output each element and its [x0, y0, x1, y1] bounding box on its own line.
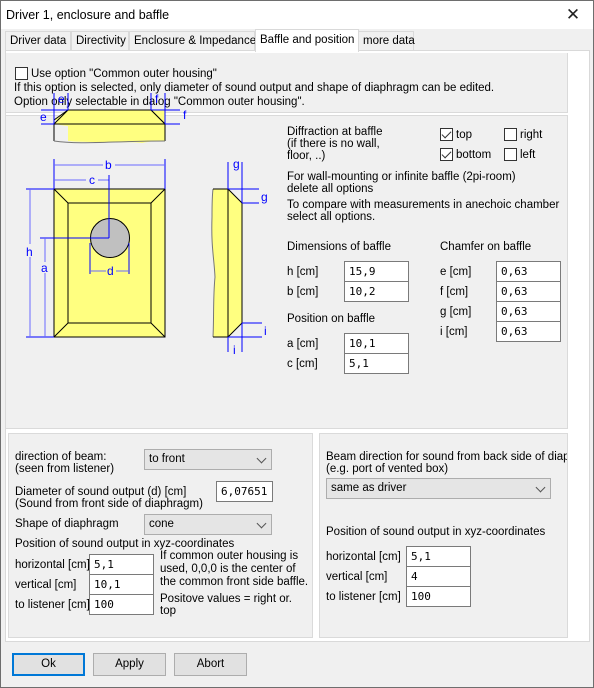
abort-button[interactable]: Abort	[174, 653, 247, 676]
close-icon[interactable]: ✕	[559, 4, 587, 26]
e-label: e [cm]	[440, 266, 472, 278]
front-listener-label: to listener [cm]	[15, 599, 90, 611]
f-label: f [cm]	[440, 286, 469, 298]
label-i-bottom: i	[233, 343, 236, 357]
side-view-drawing: g g i i	[211, 157, 268, 357]
back-vertical-input[interactable]: 4	[406, 566, 471, 587]
diffraction-bottom-label: bottom	[456, 149, 492, 161]
label-g-side: g	[261, 190, 268, 204]
front-view-drawing: b c h a d	[26, 158, 166, 338]
label-a: a	[41, 261, 48, 275]
back-vertical-label: vertical [cm]	[326, 571, 388, 583]
front-listener-input[interactable]: 100	[89, 594, 154, 615]
chevron-down-icon	[256, 518, 267, 529]
label-h: h	[26, 245, 33, 259]
label-d: d	[107, 264, 114, 278]
back-horizontal-label: horizontal [cm]	[326, 551, 401, 563]
label-i-side: i	[264, 324, 267, 338]
back-beam-select[interactable]: same as driver	[326, 478, 551, 499]
tab-baffle-and-position[interactable]: Baffle and position	[255, 29, 359, 52]
a-label: a [cm]	[287, 338, 319, 350]
front-note-4: Positove values = right or.	[160, 593, 293, 605]
diameter-label-2: (Sound from front side of diaphragm)	[15, 498, 203, 510]
label-e-top: e	[58, 92, 65, 106]
beam-direction-value: to front	[149, 453, 185, 465]
i-input[interactable]: 0,63	[496, 321, 561, 342]
tab-panel: Use option "Common outer housing" If thi…	[5, 50, 590, 642]
f-input[interactable]: 0,63	[496, 281, 561, 302]
back-beam-value: same as driver	[331, 482, 407, 494]
diameter-input[interactable]: 6,07651	[216, 481, 273, 502]
top-view-drawing: e e f f	[40, 92, 187, 144]
diffraction-subtitle-2: floor, ..)	[287, 150, 326, 162]
h-label: h [cm]	[287, 266, 319, 278]
c-label: c [cm]	[287, 358, 318, 370]
front-note-3: the common front side baffle.	[160, 576, 309, 588]
baffle-group: e e f f b c h a d g g i i Diffraction at…	[6, 92, 568, 429]
front-horizontal-input[interactable]: 5,1	[89, 554, 154, 575]
label-f-top: f	[155, 92, 159, 106]
label-b: b	[105, 158, 112, 172]
b-label: b [cm]	[287, 286, 319, 298]
baffle-diagram: e e f f b c h a d g g i i	[26, 92, 268, 357]
back-horizontal-input[interactable]: 5,1	[406, 546, 471, 567]
e-input[interactable]: 0,63	[496, 261, 561, 282]
tab-more-data[interactable]: more data	[358, 31, 415, 51]
shape-label: Shape of diaphragm	[15, 518, 119, 530]
diffraction-left-checkbox[interactable]	[504, 148, 517, 161]
dimensions-title: Dimensions of baffle	[287, 241, 391, 253]
back-listener-input[interactable]: 100	[406, 586, 471, 607]
b-input[interactable]: 10,2	[344, 281, 409, 302]
shape-select[interactable]: cone	[144, 514, 272, 535]
label-g-top: g	[233, 157, 240, 171]
label-c: c	[89, 173, 95, 187]
position-on-baffle-title: Position on baffle	[287, 313, 376, 325]
diffraction-left-label: left	[520, 149, 536, 161]
diffraction-top-label: top	[456, 129, 472, 141]
h-input[interactable]: 15,9	[344, 261, 409, 282]
wall-mounting-note-2: delete all options	[287, 183, 374, 195]
i-label: i [cm]	[440, 326, 468, 338]
back-beam-label-2: (e.g. port of vented box)	[326, 463, 449, 475]
anechoic-note-2: select all options.	[287, 211, 376, 223]
ok-button[interactable]: Ok	[12, 653, 85, 676]
shape-value: cone	[149, 518, 174, 530]
apply-button[interactable]: Apply	[93, 653, 166, 676]
chamfer-title: Chamfer on baffle	[440, 241, 532, 253]
front-note-5: top	[160, 605, 176, 617]
back-listener-label: to listener [cm]	[326, 591, 401, 603]
diffraction-right-label: right	[520, 129, 543, 141]
label-f-side: f	[183, 108, 187, 122]
g-input[interactable]: 0,63	[496, 301, 561, 322]
beam-direction-select[interactable]: to front	[144, 449, 272, 470]
front-vertical-label: vertical [cm]	[15, 579, 77, 591]
front-output-group: direction of beam: (seen from listener) …	[8, 433, 313, 638]
beam-direction-label-2: (seen from listener)	[15, 463, 115, 475]
c-input[interactable]: 5,1	[344, 353, 409, 374]
g-label: g [cm]	[440, 306, 472, 318]
front-vertical-input[interactable]: 10,1	[89, 574, 154, 595]
a-input[interactable]: 10,1	[344, 333, 409, 354]
chevron-down-icon	[256, 453, 267, 464]
diffraction-top-checkbox[interactable]	[440, 128, 453, 141]
front-note-1: If common outer housing is	[160, 550, 299, 562]
front-horizontal-label: horizontal [cm]	[15, 559, 90, 571]
front-note-2: used, 0,0,0 is the center of	[160, 563, 296, 575]
back-output-group: Beam direction for sound from back side …	[319, 433, 568, 638]
label-e-side: e	[40, 110, 47, 124]
diffraction-bottom-checkbox[interactable]	[440, 148, 453, 161]
diffraction-right-checkbox[interactable]	[504, 128, 517, 141]
dialog-window: Driver 1, enclosure and baffle ✕ Driver …	[0, 0, 594, 688]
chevron-down-icon	[535, 482, 546, 493]
back-position-title: Position of sound output in xyz-coordina…	[326, 526, 546, 538]
